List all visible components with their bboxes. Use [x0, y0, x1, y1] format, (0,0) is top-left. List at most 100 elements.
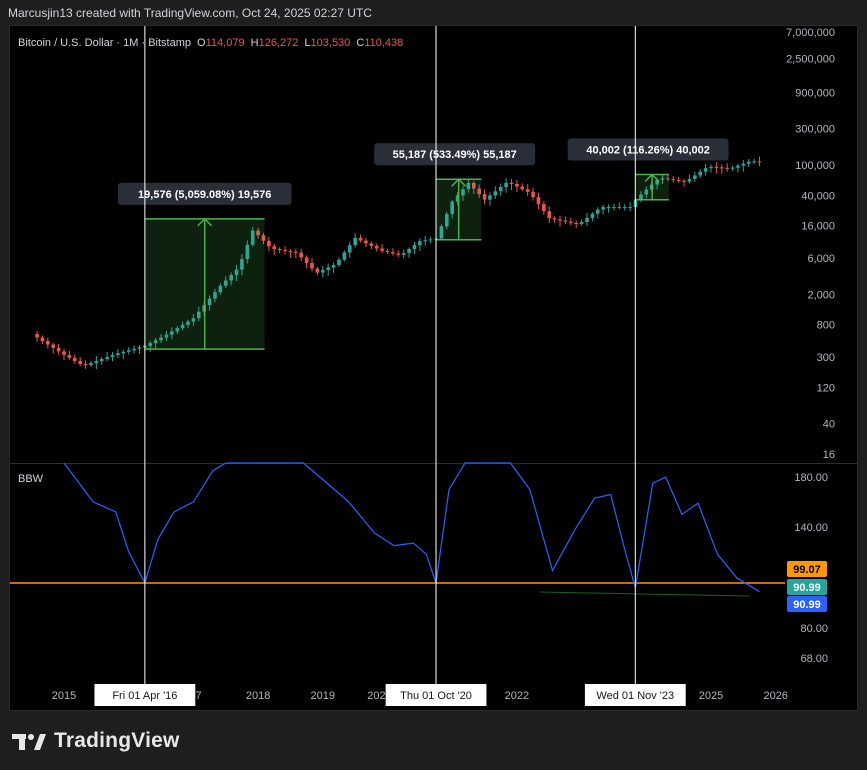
candle-body [342, 252, 347, 260]
candle-body [283, 249, 287, 251]
time-axis-tick-label: 2019 [311, 690, 335, 702]
price-axis-tick-label: 300 [817, 352, 835, 364]
candle-body [304, 257, 309, 263]
candle-body [56, 347, 61, 352]
candle-body [364, 240, 368, 244]
crosshair-date-label: Thu 01 Oct '20 [400, 690, 472, 702]
candle-body [83, 363, 88, 365]
legend-close-label: C [356, 37, 364, 49]
candle-body [116, 353, 120, 356]
crosshair-date-label: Fri 01 Apr '16 [112, 690, 177, 702]
candle-body [89, 362, 93, 365]
candle-body [401, 252, 406, 255]
candle-body [520, 186, 525, 190]
measure-label: 40,002 (116.26%) 40,002 [586, 145, 710, 157]
candle-body [94, 361, 99, 363]
bbw-axis-tick-label: 140.00 [794, 522, 828, 534]
candle-body [358, 237, 363, 241]
candle-body [310, 262, 314, 269]
candle-body [736, 165, 740, 168]
legend-high-value: 126,272 [259, 37, 302, 49]
candle-body [569, 221, 573, 223]
price-axis-tick-label: 900,000 [795, 87, 835, 99]
candle-body [121, 351, 126, 354]
measure-label: 19,576 (5,059.08%) 19,576 [138, 189, 271, 201]
time-axis-tick-label: 2026 [763, 690, 787, 702]
bbw-value-tag-label: 90.99 [793, 599, 821, 611]
candle-body [563, 220, 568, 222]
bbw-axis-tick-label: 180.00 [794, 472, 828, 484]
candle-body [46, 341, 50, 345]
candle-body [72, 357, 77, 361]
candle-body [326, 267, 330, 271]
candle-body [671, 179, 676, 181]
candle-body [709, 166, 713, 169]
price-axis-tick-label: 300,000 [795, 124, 835, 136]
candle-body [574, 222, 579, 225]
candle-body [137, 347, 142, 349]
bbw-value-tag-label: 90.99 [793, 582, 821, 594]
price-and-bbw-chart[interactable]: 7,000,000 2,500,000 900,000 300,000 100,000 4… [0, 0, 867, 720]
bbw-value-tag-label: 99.07 [793, 564, 821, 576]
tradingview-brand: TradingView [54, 729, 180, 752]
price-axis-tick-label: 16 [823, 449, 835, 461]
candle-body [542, 204, 546, 212]
candle-body [693, 175, 697, 179]
candle-body [51, 344, 56, 348]
candle-body [331, 265, 336, 268]
candle-body [428, 239, 433, 241]
candle-body [396, 253, 401, 255]
crosshair-date-label: Wed 01 Nov '23 [596, 690, 674, 702]
price-axis-tick-label: 2,500,000 [786, 54, 835, 66]
candle-body [746, 161, 751, 164]
candle-body [498, 186, 503, 192]
candle-body [380, 248, 384, 251]
candle-body [585, 217, 589, 223]
candle-body [606, 207, 611, 209]
candle-body [299, 252, 304, 258]
candle-body [488, 195, 492, 200]
price-axis-tick-label: 6,000 [807, 253, 835, 265]
price-axis-tick-label: 40,000 [801, 190, 835, 202]
candle-body [536, 197, 541, 205]
time-axis-tick-label: 2018 [246, 690, 270, 702]
candle-body [547, 211, 552, 219]
candle-body [687, 178, 692, 182]
candle-body [385, 250, 390, 253]
candle-body [622, 207, 627, 209]
candle-body [40, 337, 45, 342]
tradingview-logo[interactable]: TradingView [12, 728, 180, 754]
candle-body [595, 209, 600, 214]
time-axis-tick-label: 2025 [699, 690, 723, 702]
candle-body [132, 348, 136, 351]
price-axis-tick-label: 40 [823, 419, 835, 431]
candle-body [725, 167, 729, 169]
candle-body [504, 182, 508, 187]
candle-body [374, 245, 379, 249]
candle-body [294, 251, 298, 253]
candle-body [105, 357, 109, 360]
time-axis-tick-label: 2022 [505, 690, 529, 702]
candle-body [558, 219, 562, 221]
legend-open-value: 114,079 [206, 37, 248, 49]
candle-body [412, 245, 417, 250]
candle-body [531, 191, 535, 198]
candle-body [509, 182, 514, 184]
candle-body [418, 241, 422, 246]
bbw-series-line [63, 462, 760, 593]
price-axis-tick-label: 2,000 [807, 289, 835, 301]
legend-close-value: 110,438 [364, 37, 403, 49]
candle-body [515, 183, 519, 187]
candle-body [601, 207, 605, 210]
candle-body [272, 246, 277, 250]
price-axis-tick-label: 7,000,000 [786, 27, 835, 39]
candle-body [67, 354, 72, 358]
candle-body [369, 243, 374, 246]
candle-body [99, 359, 104, 362]
candle-body [35, 334, 39, 338]
bbw-axis-tick-label: 80.00 [800, 623, 828, 635]
candle-body [719, 167, 724, 169]
candle-body [757, 161, 762, 163]
candle-body [277, 249, 282, 251]
candle-body [493, 191, 498, 196]
